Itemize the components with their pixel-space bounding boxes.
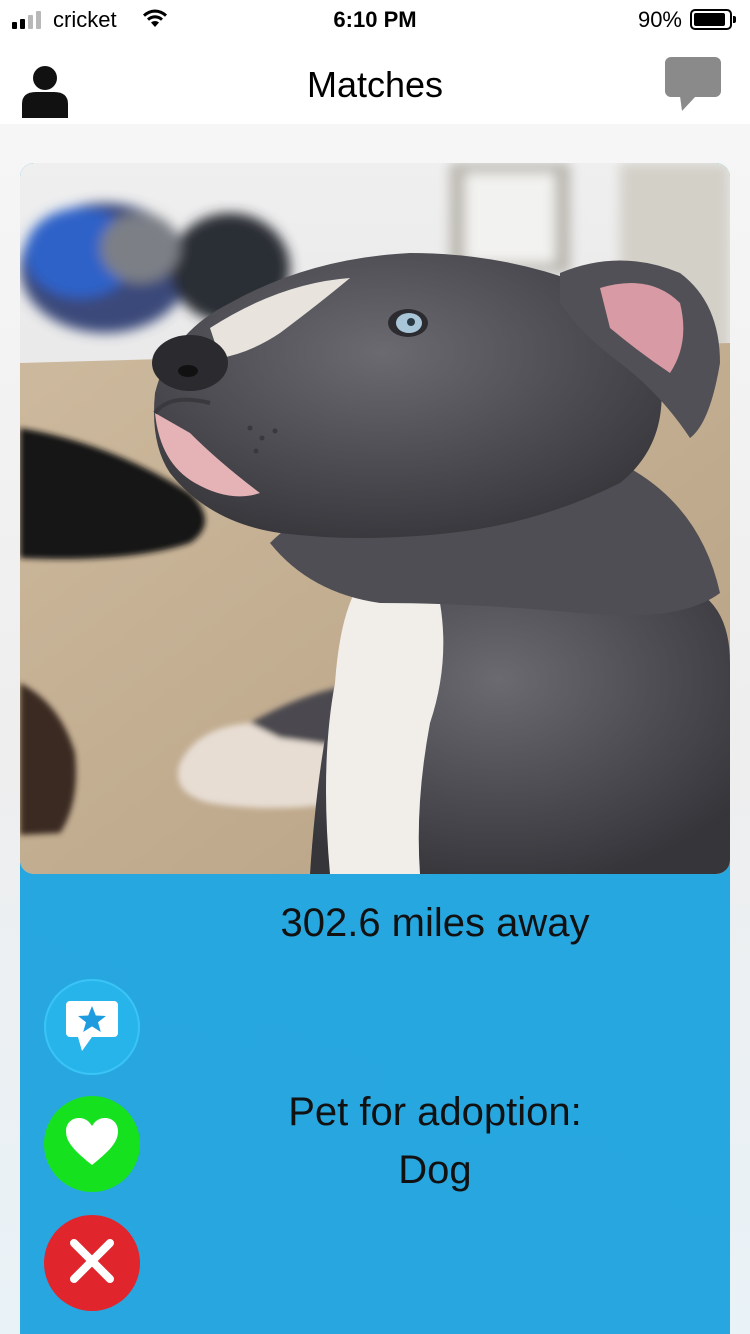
battery-percent: 90% [637, 7, 682, 32]
status-bar: cricket 6:10 PM 90% [0, 0, 750, 40]
pet-photo[interactable] [20, 163, 730, 874]
like-button[interactable] [44, 1096, 140, 1192]
page-title: Matches [306, 64, 444, 105]
navigation-bar: Matches [0, 40, 750, 124]
star-chat-icon [62, 997, 122, 1058]
close-x-icon [68, 1237, 116, 1290]
super-like-button[interactable] [44, 979, 140, 1075]
pass-button[interactable] [44, 1215, 140, 1311]
match-card[interactable]: 302.6 miles away Pet for adoption: Dog [20, 163, 730, 1334]
chat-bubble-icon[interactable] [664, 56, 722, 112]
battery-icon [690, 9, 736, 30]
distance-label: 302.6 miles away [280, 901, 590, 945]
heart-icon [64, 1117, 120, 1172]
matches-screen: cricket 6:10 PM 90% Matches 302.6 miles … [0, 0, 750, 1334]
